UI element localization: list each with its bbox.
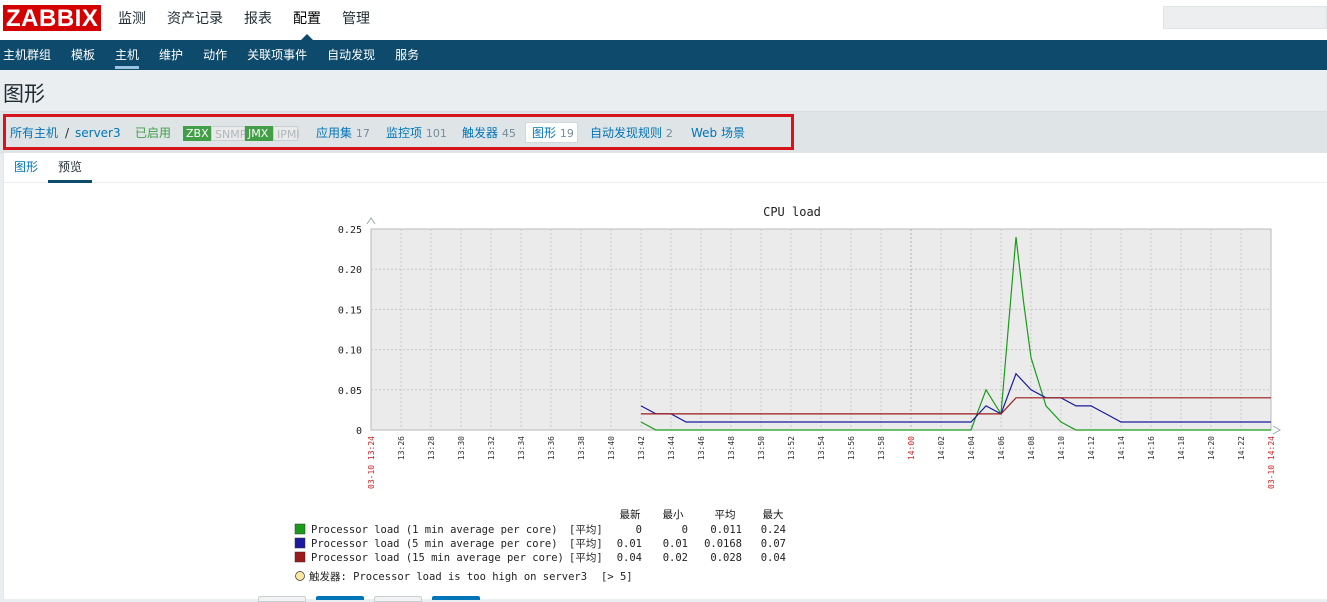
legend-stat: 0.04 bbox=[617, 552, 642, 564]
apply-button[interactable] bbox=[316, 596, 364, 600]
legend-stat: 0.04 bbox=[761, 552, 786, 564]
y-tick-label: 0.10 bbox=[338, 346, 362, 357]
x-tick-label: 13:36 bbox=[547, 436, 556, 460]
x-tick-label: 14:20 bbox=[1207, 436, 1216, 460]
x-tick-label: 13:48 bbox=[727, 436, 736, 460]
x-end-label: 03-10 14:24 bbox=[1267, 436, 1276, 489]
x-tick-label: 14:10 bbox=[1057, 436, 1066, 460]
x-tick-label: 13:56 bbox=[847, 436, 856, 460]
x-start-label: 03-10 13:24 bbox=[367, 436, 376, 489]
legend-stat: 0.011 bbox=[710, 524, 742, 536]
x-tick-label: 14:00 bbox=[907, 436, 916, 460]
legend-header: 最新 bbox=[620, 508, 641, 521]
y-tick-label: 0.20 bbox=[338, 265, 362, 276]
legend-series-name: Processor load (1 min average per core) bbox=[311, 524, 558, 536]
legend-header: 最大 bbox=[763, 508, 784, 521]
x-tick-label: 13:42 bbox=[637, 436, 646, 460]
trigger-icon bbox=[295, 571, 305, 581]
legend-series-func: [平均] bbox=[569, 538, 603, 550]
legend-series-func: [平均] bbox=[569, 552, 603, 564]
legend-series-func: [平均] bbox=[569, 524, 603, 536]
legend-stat: 0.01 bbox=[617, 538, 642, 550]
x-tick-label: 14:14 bbox=[1117, 436, 1126, 460]
x-tick-label: 14:04 bbox=[967, 436, 976, 460]
legend-stat: 0 bbox=[636, 524, 642, 536]
x-tick-label: 13:52 bbox=[787, 436, 796, 460]
x-tick-label: 13:40 bbox=[607, 436, 616, 460]
x-tick-label: 14:08 bbox=[1027, 436, 1036, 460]
x-tick-label: 13:30 bbox=[457, 436, 466, 460]
x-tick-label: 13:38 bbox=[577, 436, 586, 460]
legend-stat: 0.01 bbox=[663, 538, 688, 550]
x-tick-label: 13:44 bbox=[667, 436, 676, 460]
legend-stat: 0.07 bbox=[761, 538, 786, 550]
x-tick-label: 14:16 bbox=[1147, 436, 1156, 460]
trigger-threshold: [> 5] bbox=[601, 571, 633, 583]
y-tick-label: 0 bbox=[356, 426, 362, 437]
x-tick-label: 13:58 bbox=[877, 436, 886, 460]
x-tick-label: 14:02 bbox=[937, 436, 946, 460]
x-tick-label: 14:12 bbox=[1087, 436, 1096, 460]
legend-swatch bbox=[294, 551, 306, 563]
legend-header: 最小 bbox=[663, 509, 684, 521]
zoom-button[interactable] bbox=[258, 596, 306, 602]
legend-series-name: Processor load (15 min average per core) bbox=[311, 552, 564, 564]
legend-stat: 0 bbox=[682, 524, 688, 536]
chart-title: CPU load bbox=[763, 205, 821, 219]
y-tick-label: 0.25 bbox=[338, 225, 362, 236]
legend-stat: 0.028 bbox=[710, 552, 742, 564]
legend-stat: 0.02 bbox=[663, 552, 688, 564]
x-axis-arrow bbox=[1272, 425, 1282, 435]
legend-swatch bbox=[294, 523, 306, 535]
x-tick-label: 13:54 bbox=[817, 436, 826, 460]
x-tick-label: 14:18 bbox=[1177, 436, 1186, 460]
x-tick-label: 13:28 bbox=[427, 436, 436, 460]
filter-button[interactable] bbox=[432, 596, 480, 600]
legend-series-name: Processor load (5 min average per core) bbox=[311, 538, 558, 550]
x-tick-label: 13:50 bbox=[757, 436, 766, 460]
y-tick-label: 0.15 bbox=[338, 305, 362, 316]
x-tick-label: 13:34 bbox=[517, 436, 526, 460]
legend-header: 平均 bbox=[715, 509, 736, 521]
x-tick-label: 14:06 bbox=[997, 436, 1006, 460]
legend-swatch bbox=[294, 537, 306, 549]
x-tick-label: 14:22 bbox=[1237, 436, 1246, 460]
trigger-label: 触发器: Processor load is too high on serve… bbox=[309, 570, 587, 583]
x-tick-label: 13:32 bbox=[487, 436, 496, 460]
x-tick-label: 13:26 bbox=[397, 436, 406, 460]
x-tick-label: 13:46 bbox=[697, 436, 706, 460]
cpu-load-chart: CPU load 0 0.05 0.10 0.15 0.20 0.25 13:26 13:2… bbox=[294, 205, 1282, 583]
legend-stat: 0.0168 bbox=[704, 538, 742, 550]
y-axis-arrow bbox=[366, 217, 376, 225]
y-tick-label: 0.05 bbox=[338, 386, 362, 397]
legend-stat: 0.24 bbox=[761, 524, 786, 536]
reset-button[interactable] bbox=[374, 596, 422, 602]
